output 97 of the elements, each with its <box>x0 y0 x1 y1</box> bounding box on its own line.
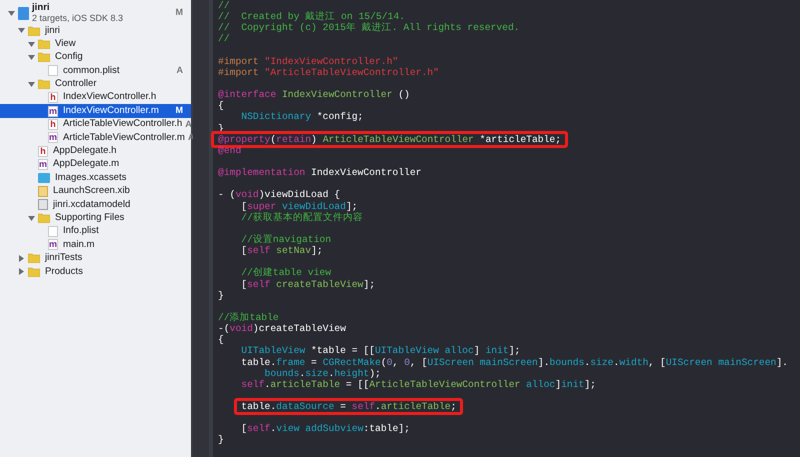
code-line: NSDictionary *config; <box>240 111 364 123</box>
file-name: AppDelegate.h <box>53 144 118 158</box>
source-file-icon: h <box>48 118 58 130</box>
code-line: self.articleTable = [[ArticleTableViewController alloc]init]; <box>240 378 596 390</box>
code-line: @interface IndexViewController () <box>218 89 410 100</box>
file-name: AppDelegate.m <box>53 157 120 172</box>
project-item[interactable]: jinri 2 targets, iOS SDK 8.3 M <box>0 2 191 24</box>
code-line: // Copyright (c) 2015年 戴进江. All rights reserved. <box>218 22 520 34</box>
file-tree-item[interactable]: m IndexViewController.m M <box>0 104 191 118</box>
folder-icon <box>38 79 50 90</box>
file-tree-item[interactable]: h IndexViewController.h <box>0 90 191 104</box>
source-file-icon: m <box>48 132 58 144</box>
disclosure-down-icon[interactable] <box>8 10 15 16</box>
project-name: jinri <box>32 3 51 13</box>
code-line: @implementation IndexViewController <box>218 167 422 178</box>
folder-icon <box>38 213 50 224</box>
file-tree-item[interactable]: jinri <box>0 24 191 38</box>
folder-icon <box>28 266 40 277</box>
file-tree-item[interactable]: Products <box>0 265 191 278</box>
code-line: //添加table <box>218 312 279 324</box>
document-icon <box>48 226 58 238</box>
file-name: Info.plist <box>63 224 100 238</box>
file-name: jinriTests <box>45 251 84 266</box>
folder-icon <box>38 52 50 62</box>
file-tree-item[interactable]: m main.m <box>0 238 191 252</box>
file-tree-item[interactable]: m AppDelegate.m <box>0 158 191 172</box>
disclosure-down-icon[interactable] <box>28 80 35 88</box>
asset-folder-icon <box>38 172 50 183</box>
file-name: main.m <box>63 238 96 252</box>
project-subtitle: 2 targets, iOS SDK 8.3 <box>32 13 124 23</box>
interface-file-icon <box>38 186 48 197</box>
disclosure-down-icon[interactable] <box>28 54 35 61</box>
code-line: [super viewDidLoad]; <box>241 200 358 212</box>
file-tree-item[interactable]: View <box>0 37 191 51</box>
file-tree-item[interactable]: Config <box>0 50 191 64</box>
code-line: { <box>218 334 224 346</box>
source-file-icon: h <box>48 92 58 104</box>
code-line: -(void)createTableView <box>218 323 346 334</box>
code-line: // <box>218 0 230 12</box>
status-label: M <box>176 6 183 20</box>
file-tree-item[interactable]: Controller <box>0 78 191 91</box>
file-name: LaunchScreen.xib <box>53 184 131 198</box>
disclosure-right-icon[interactable] <box>18 254 25 262</box>
code-line: // Created by 戴进江 on 15/5/14. <box>218 11 405 22</box>
file-name: Config <box>55 50 84 64</box>
folder-icon <box>28 253 40 264</box>
code-line: UITableView *table = [[UITableView alloc] init]; <box>240 345 520 356</box>
code-line: - (void)viewDidLoad { <box>218 189 340 201</box>
folder-icon <box>38 39 50 50</box>
folder-icon <box>28 26 40 36</box>
file-tree-item[interactable]: Info.plist <box>0 224 191 238</box>
code-line: } <box>218 434 224 446</box>
code-line: } <box>218 290 224 301</box>
file-name: View <box>55 36 77 51</box>
file-name: ArticleTableViewController.h <box>63 117 182 132</box>
file-name: IndexViewController.m <box>63 104 160 118</box>
file-name: IndexViewController.h <box>63 90 158 104</box>
file-tree-item[interactable]: jinri.xcdatamodeld <box>0 198 191 212</box>
file-tree-item[interactable]: Supporting Files <box>0 211 191 225</box>
code-line: [self createTableView]; <box>241 278 376 290</box>
code-line: [self setNav]; <box>241 245 323 256</box>
data-model-icon <box>38 199 48 210</box>
disclosure-down-icon[interactable] <box>18 27 25 34</box>
document-icon <box>48 65 58 76</box>
code-line: //创建table view <box>240 267 332 279</box>
code-line: //设置navigation <box>240 234 332 246</box>
status-label: A <box>176 64 183 78</box>
code-line: // <box>218 33 230 45</box>
file-name: Products <box>45 264 84 279</box>
file-tree-item[interactable]: h AppDelegate.h <box>0 144 191 158</box>
code-line: //获取基本的配置文件内容 <box>240 212 363 223</box>
disclosure-down-icon[interactable] <box>28 214 35 222</box>
file-name: Controller <box>55 77 98 92</box>
project-file-icon <box>18 6 29 20</box>
disclosure-down-icon[interactable] <box>28 40 35 48</box>
status-label: M <box>176 104 183 118</box>
file-name: jinri <box>45 24 61 38</box>
disclosure-right-icon[interactable] <box>18 268 25 276</box>
file-tree-item[interactable]: common.plist A <box>0 64 191 78</box>
source-file-icon: m <box>38 159 48 170</box>
file-tree-item[interactable]: jinriTests <box>0 252 191 266</box>
source-file-icon: m <box>48 106 58 117</box>
file-name: Images.xcassets <box>55 170 128 185</box>
source-file-icon: h <box>38 146 48 157</box>
code-line: #import "IndexViewController.h" <box>218 56 398 67</box>
file-name: ArticleTableViewController.m <box>63 130 185 145</box>
file-name: Supporting Files <box>55 210 126 225</box>
code-line: [self.view addSubview:table]; <box>241 423 410 434</box>
file-name: jinri.xcdatamodeld <box>53 198 132 212</box>
code-line: table.frame = CGRectMake(0, 0, [UIScreen mainScreen].bounds.size.width, [UIScreen mainScreen]. <box>241 356 788 368</box>
source-file-icon: m <box>48 239 58 250</box>
code-line: #import "ArticleTableViewController.h" <box>218 66 439 78</box>
code-line: { <box>218 100 224 112</box>
file-name: common.plist <box>63 64 121 78</box>
file-tree-item[interactable]: LaunchScreen.xib <box>0 184 191 198</box>
file-tree-item[interactable]: Images.xcassets <box>0 171 191 185</box>
code-line: bounds.size.height); <box>264 368 381 379</box>
